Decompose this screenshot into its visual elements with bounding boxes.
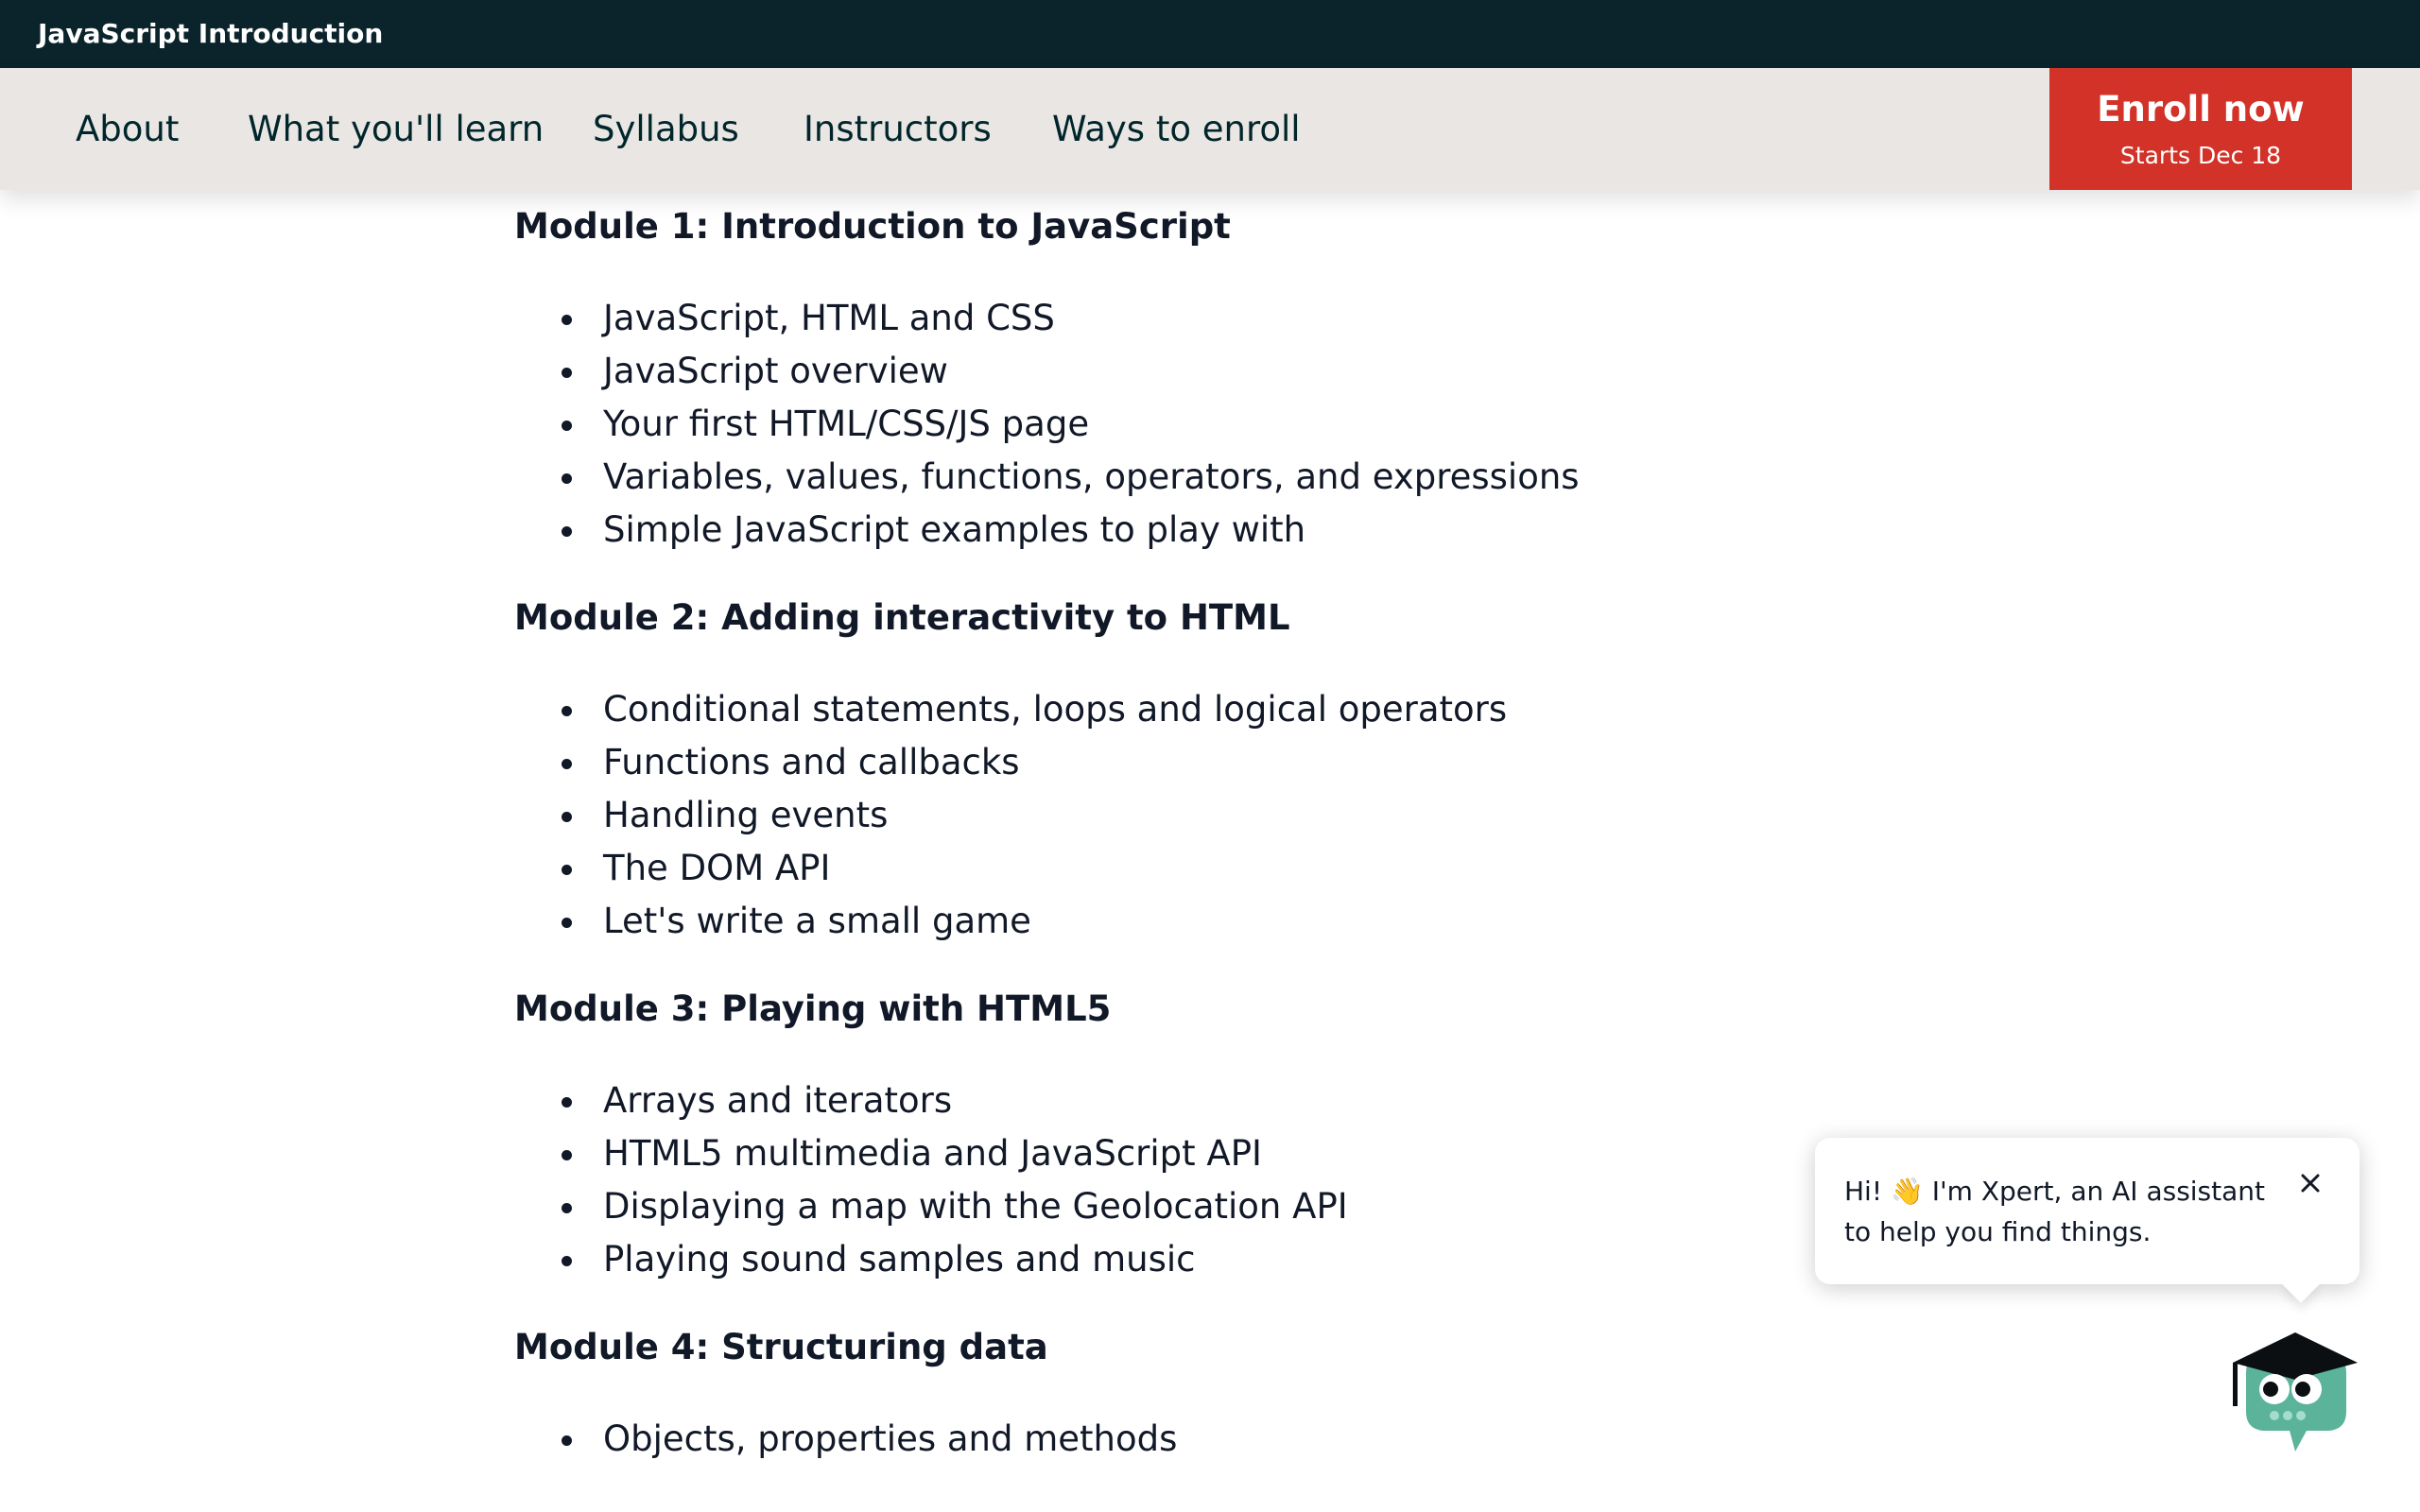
bullet-icon bbox=[562, 421, 572, 431]
module-topic-list: JavaScript, HTML and CSS JavaScript over… bbox=[514, 292, 1838, 557]
list-item: JavaScript, HTML and CSS bbox=[514, 292, 1838, 345]
list-item: Displaying a map with the Geolocation AP… bbox=[514, 1180, 1838, 1233]
bullet-icon bbox=[562, 812, 572, 822]
list-item-text: Functions and callbacks bbox=[603, 742, 1020, 782]
module-section: Module 1: Introduction to JavaScript Jav… bbox=[514, 203, 1838, 557]
list-item-text: Your first HTML/CSS/JS page bbox=[603, 404, 1090, 444]
nav-item-about[interactable]: About bbox=[76, 68, 179, 190]
course-nav: About What you'll learn Syllabus Instruc… bbox=[0, 68, 2420, 190]
list-item-text: Conditional statements, loops and logica… bbox=[603, 689, 1508, 730]
list-item-text: HTML5 multimedia and JavaScript API bbox=[603, 1133, 1262, 1174]
module-section: Module 2: Adding interactivity to HTML C… bbox=[514, 594, 1838, 948]
close-icon[interactable] bbox=[2295, 1168, 2325, 1198]
bullet-icon bbox=[562, 368, 572, 378]
list-item-text: The DOM API bbox=[603, 848, 831, 888]
module-topic-list: Conditional statements, loops and logica… bbox=[514, 683, 1838, 948]
bullet-icon bbox=[562, 526, 572, 537]
nav-item-what-youll-learn[interactable]: What you'll learn bbox=[248, 68, 544, 190]
bullet-icon bbox=[562, 706, 572, 716]
bullet-icon bbox=[562, 1435, 572, 1446]
list-item: HTML5 multimedia and JavaScript API bbox=[514, 1127, 1838, 1180]
list-item: Playing sound samples and music bbox=[514, 1233, 1838, 1286]
xpert-greeting: Hi! 👋 I'm Xpert, an AI assistant to help… bbox=[1844, 1176, 2266, 1247]
bullet-icon bbox=[562, 918, 572, 928]
list-item-text: Handling events bbox=[603, 795, 889, 835]
list-item: Variables, values, functions, operators,… bbox=[514, 451, 1838, 504]
module-title: Module 2: Adding interactivity to HTML bbox=[514, 597, 1290, 638]
nav-item-syllabus[interactable]: Syllabus bbox=[593, 68, 739, 190]
module-topic-list: Arrays and iterators HTML5 multimedia an… bbox=[514, 1074, 1838, 1286]
bullet-icon bbox=[562, 865, 572, 875]
list-item: Arrays and iterators bbox=[514, 1074, 1838, 1127]
bullet-icon bbox=[562, 1150, 572, 1160]
list-item-text: Simple JavaScript examples to play with bbox=[603, 509, 1306, 550]
module-section: Module 3: Playing with HTML5 Arrays and … bbox=[514, 986, 1838, 1286]
list-item: Functions and callbacks bbox=[514, 736, 1838, 789]
bullet-icon bbox=[562, 315, 572, 325]
list-item-text: Displaying a map with the Geolocation AP… bbox=[603, 1186, 1348, 1227]
bullet-icon bbox=[562, 1203, 572, 1213]
list-item: JavaScript overview bbox=[514, 345, 1838, 398]
list-item: Objects, properties and methods bbox=[514, 1413, 1838, 1466]
list-item: Your first HTML/CSS/JS page bbox=[514, 398, 1838, 451]
bullet-icon bbox=[562, 473, 572, 484]
list-item-text: Let's write a small game bbox=[603, 901, 1031, 941]
list-item: Handling events bbox=[514, 789, 1838, 842]
module-title: Module 4: Structuring data bbox=[514, 1327, 1048, 1367]
top-bar: JavaScript Introduction bbox=[0, 0, 2420, 68]
enroll-now-button[interactable]: Enroll now Starts Dec 18 bbox=[2049, 68, 2352, 190]
syllabus-content: Module 1: Introduction to JavaScript Jav… bbox=[514, 190, 1838, 1503]
list-item-text: Playing sound samples and music bbox=[603, 1239, 1196, 1280]
list-item-text: Arrays and iterators bbox=[603, 1080, 953, 1121]
xpert-chat-popup: Hi! 👋 I'm Xpert, an AI assistant to help… bbox=[1815, 1138, 2360, 1284]
list-item-text: Variables, values, functions, operators,… bbox=[603, 456, 1580, 497]
bullet-icon bbox=[562, 1256, 572, 1266]
list-item: The DOM API bbox=[514, 842, 1838, 895]
module-title: Module 1: Introduction to JavaScript bbox=[514, 206, 1231, 247]
enroll-start-date: Starts Dec 18 bbox=[2119, 142, 2282, 169]
list-item-text: JavaScript overview bbox=[603, 351, 948, 391]
nav-item-instructors[interactable]: Instructors bbox=[804, 68, 992, 190]
module-section: Module 4: Structuring data Objects, prop… bbox=[514, 1324, 1838, 1466]
list-item: Simple JavaScript examples to play with bbox=[514, 504, 1838, 557]
xpert-mascot-icon[interactable] bbox=[2227, 1314, 2363, 1455]
nav-item-ways-to-enroll[interactable]: Ways to enroll bbox=[1052, 68, 1301, 190]
module-title: Module 3: Playing with HTML5 bbox=[514, 988, 1112, 1029]
bullet-icon bbox=[562, 759, 572, 769]
bullet-icon bbox=[562, 1097, 572, 1108]
course-title: JavaScript Introduction bbox=[38, 18, 384, 49]
module-topic-list: Objects, properties and methods bbox=[514, 1413, 1838, 1466]
list-item-text: Objects, properties and methods bbox=[603, 1418, 1178, 1459]
list-item: Conditional statements, loops and logica… bbox=[514, 683, 1838, 736]
enroll-now-label: Enroll now bbox=[2097, 89, 2305, 129]
list-item: Let's write a small game bbox=[514, 895, 1838, 948]
list-item-text: JavaScript, HTML and CSS bbox=[603, 298, 1055, 338]
